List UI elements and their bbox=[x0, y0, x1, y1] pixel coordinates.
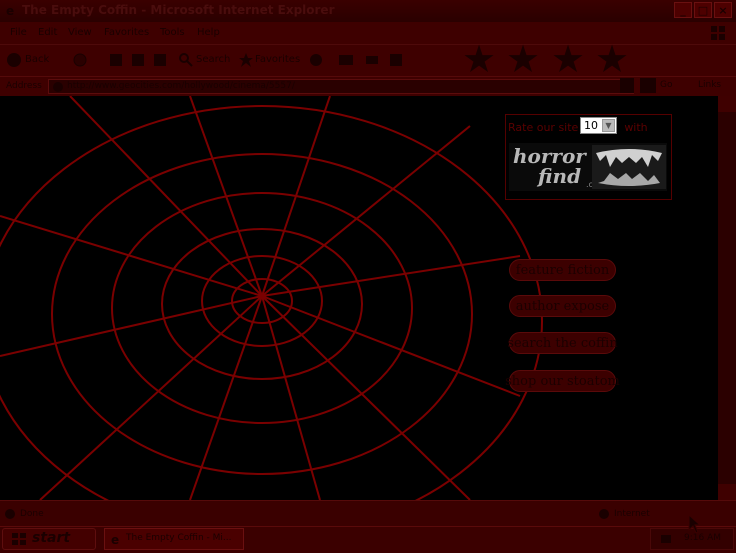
address-dropdown-icon[interactable] bbox=[620, 78, 634, 93]
refresh-icon[interactable] bbox=[130, 52, 146, 68]
vertical-scrollbar[interactable] bbox=[718, 96, 736, 500]
rate-text: Rate our site with bbox=[508, 121, 648, 134]
nav-shop-button[interactable]: shop our stoatom bbox=[505, 370, 620, 392]
back-button[interactable]: Back bbox=[25, 54, 49, 65]
windows-logo-icon bbox=[12, 533, 26, 545]
banner-title-line2: find bbox=[538, 164, 582, 188]
minimize-icon: _ bbox=[680, 3, 686, 17]
address-url: http://www.geocities.com/hollywood/cinem… bbox=[67, 81, 295, 91]
zone-text: Internet bbox=[614, 509, 650, 519]
network-icon[interactable] bbox=[659, 532, 675, 546]
windows-logo-icon bbox=[711, 26, 725, 40]
clock: 9:16 AM bbox=[684, 533, 721, 543]
menu-view[interactable]: View bbox=[68, 27, 92, 38]
ie-icon: e bbox=[6, 4, 14, 17]
mouse-cursor-icon bbox=[688, 514, 702, 534]
rate-text-after: with bbox=[624, 121, 648, 134]
maximize-icon: □ bbox=[697, 3, 709, 17]
nav-author-expose-button[interactable]: author expose bbox=[509, 295, 616, 317]
fangs-image-icon bbox=[592, 145, 666, 189]
page-done-icon bbox=[5, 509, 15, 519]
search-button[interactable]: Search bbox=[196, 54, 230, 65]
forward-arrow-icon[interactable] bbox=[72, 52, 88, 68]
title-bar: e The Empty Coffin - Microsoft Internet … bbox=[0, 0, 736, 22]
menu-edit[interactable]: Edit bbox=[38, 27, 57, 38]
menu-favorites[interactable]: Favorites bbox=[104, 27, 149, 38]
mail-icon[interactable] bbox=[338, 52, 354, 68]
go-arrow-icon[interactable] bbox=[640, 78, 656, 93]
ie-icon: e bbox=[111, 533, 119, 546]
star-icon: ★ bbox=[595, 37, 630, 81]
svg-text:e: e bbox=[6, 4, 14, 17]
status-text: Done bbox=[20, 509, 44, 519]
back-arrow-icon[interactable] bbox=[6, 52, 22, 68]
scroll-down-arrow-icon[interactable] bbox=[718, 484, 736, 500]
start-label: start bbox=[32, 530, 71, 546]
menu-help[interactable]: Help bbox=[197, 27, 220, 38]
rate-text-before: Rate our site bbox=[508, 121, 579, 134]
menu-tools[interactable]: Tools bbox=[160, 27, 185, 38]
star-icon: ★ bbox=[551, 37, 586, 81]
go-button[interactable]: Go bbox=[660, 80, 672, 90]
svg-text:e: e bbox=[111, 533, 119, 546]
star-icon: ★ bbox=[462, 37, 497, 81]
favorites-star-icon[interactable] bbox=[238, 52, 254, 68]
favorites-button[interactable]: Favorites bbox=[255, 54, 300, 65]
internet-zone-icon bbox=[599, 509, 609, 519]
nav-feature-fiction-button[interactable]: feature fiction bbox=[509, 259, 616, 281]
star-icon: ★ bbox=[506, 37, 541, 81]
minimize-button[interactable]: _ bbox=[674, 2, 692, 18]
edit-icon[interactable] bbox=[388, 52, 404, 68]
scroll-up-arrow-icon[interactable] bbox=[718, 96, 736, 112]
stop-icon[interactable] bbox=[108, 52, 124, 68]
menu-file[interactable]: File bbox=[10, 27, 27, 38]
links-button[interactable]: Links bbox=[698, 80, 721, 90]
search-icon[interactable] bbox=[178, 52, 194, 68]
history-icon[interactable] bbox=[308, 52, 324, 68]
taskbar-window-label: The Empty Coffin - Mi... bbox=[126, 533, 232, 543]
rating-select[interactable]: 10 ▼ bbox=[580, 117, 617, 134]
home-icon[interactable] bbox=[152, 52, 168, 68]
close-icon: × bbox=[718, 3, 728, 17]
maximize-button[interactable]: □ bbox=[694, 2, 712, 18]
close-button[interactable]: × bbox=[714, 2, 732, 18]
address-input[interactable]: http://www.geocities.com/hollywood/cinem… bbox=[48, 79, 634, 94]
page-icon bbox=[53, 82, 63, 92]
chevron-down-icon: ▼ bbox=[602, 119, 615, 132]
rating-value: 10 bbox=[584, 119, 598, 132]
address-label: Address bbox=[6, 81, 42, 91]
print-icon[interactable] bbox=[364, 52, 380, 68]
nav-search-coffin-button[interactable]: search the coffin bbox=[507, 332, 618, 354]
window-title: The Empty Coffin - Microsoft Internet Ex… bbox=[22, 3, 335, 17]
